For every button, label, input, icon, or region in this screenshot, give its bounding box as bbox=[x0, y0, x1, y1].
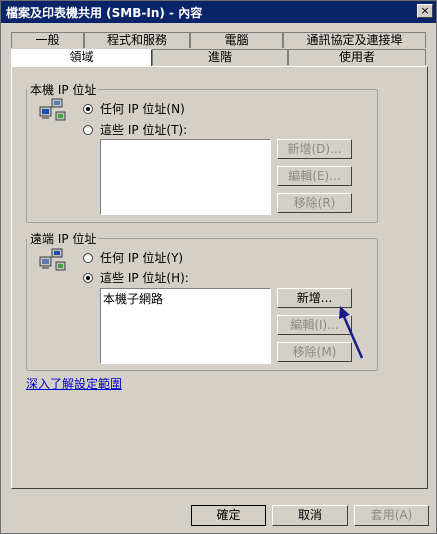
tab-users[interactable]: 使用者 bbox=[288, 49, 426, 65]
remote-ip-group-title: 遠端 IP 位址 bbox=[30, 232, 97, 246]
local-edit-button[interactable]: 編輯(E)... bbox=[277, 166, 352, 186]
properties-dialog: 檔案及印表機共用 (SMB-In) - 內容 × 一般 程式和服務 電腦 通訊協… bbox=[0, 0, 437, 534]
cancel-button[interactable]: 取消 bbox=[272, 505, 348, 526]
local-ip-group-title: 本機 IP 位址 bbox=[30, 83, 97, 97]
tab-row-back: 一般 程式和服務 電腦 通訊協定及連接埠 bbox=[11, 32, 426, 48]
remote-any-ip-label: 任何 IP 位址(Y) bbox=[100, 251, 184, 265]
local-any-ip-radio-indicator bbox=[83, 103, 93, 114]
list-item[interactable]: 本機子網路 bbox=[101, 289, 270, 308]
annotation-arrow-icon bbox=[339, 306, 364, 359]
local-add-button[interactable]: 新增(D)... bbox=[277, 139, 352, 159]
remote-ip-list[interactable]: 本機子網路 bbox=[100, 288, 271, 364]
tab-advanced[interactable]: 進階 bbox=[152, 49, 288, 65]
local-remove-button[interactable]: 移除(R) bbox=[277, 193, 352, 213]
local-any-ip-label: 任何 IP 位址(N) bbox=[100, 102, 185, 116]
window-title: 檔案及印表機共用 (SMB-In) - 內容 bbox=[6, 6, 203, 20]
local-any-ip-radio[interactable]: 任何 IP 位址(N) bbox=[83, 100, 185, 117]
tab-computers[interactable]: 電腦 bbox=[190, 32, 283, 48]
remote-computers-icon bbox=[39, 248, 66, 271]
local-computers-icon bbox=[39, 98, 66, 121]
tab-programs-services[interactable]: 程式和服務 bbox=[84, 32, 190, 48]
remote-any-ip-radio-indicator bbox=[83, 252, 93, 263]
local-these-ip-radio-indicator bbox=[83, 124, 93, 135]
remote-these-ip-radio[interactable]: 這些 IP 位址(H): bbox=[83, 269, 189, 286]
scope-tab-panel: 本機 IP 位址 任何 IP 位址(N) 這些 IP 位址(T): 新增(D).… bbox=[11, 66, 428, 489]
remote-these-ip-label: 這些 IP 位址(H): bbox=[100, 271, 189, 285]
tab-general[interactable]: 一般 bbox=[11, 32, 84, 48]
tab-scope[interactable]: 領域 bbox=[11, 49, 152, 67]
title-bar: 檔案及印表機共用 (SMB-In) - 內容 × bbox=[1, 1, 436, 23]
tab-protocols-ports[interactable]: 通訊協定及連接埠 bbox=[283, 32, 426, 48]
close-button[interactable]: × bbox=[417, 4, 433, 18]
ok-button[interactable]: 確定 bbox=[190, 504, 267, 527]
apply-button[interactable]: 套用(A) bbox=[354, 505, 429, 526]
local-ip-list[interactable] bbox=[100, 139, 271, 215]
local-these-ip-radio[interactable]: 這些 IP 位址(T): bbox=[83, 121, 187, 138]
remote-any-ip-radio[interactable]: 任何 IP 位址(Y) bbox=[83, 249, 183, 266]
tab-row-front: 領域 進階 使用者 bbox=[11, 49, 426, 67]
learn-more-link[interactable]: 深入了解設定範圍 bbox=[26, 375, 122, 392]
local-these-ip-label: 這些 IP 位址(T): bbox=[100, 123, 188, 137]
remote-these-ip-radio-indicator bbox=[83, 272, 93, 283]
